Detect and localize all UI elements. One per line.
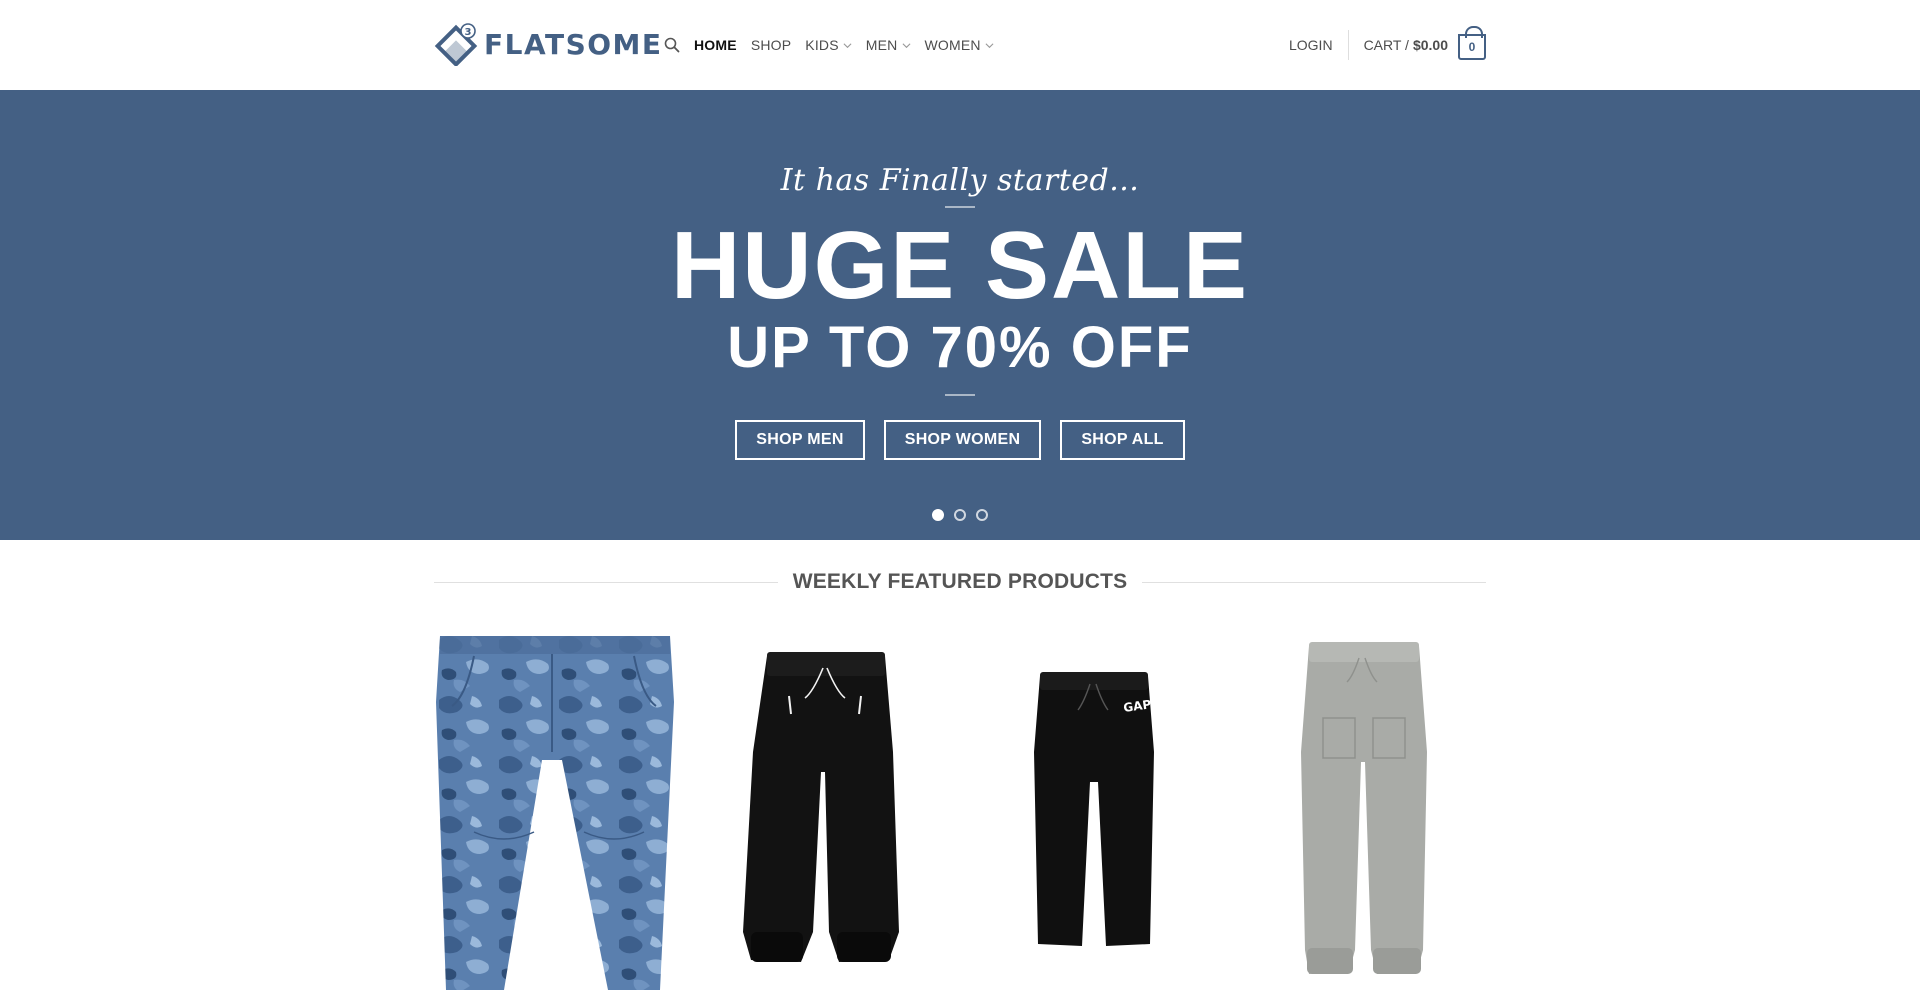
nav-item-label: HOME: [694, 37, 737, 53]
product-card-gray-jogger[interactable]: [1241, 632, 1486, 993]
nav-item-men[interactable]: MEN: [866, 37, 911, 53]
nav-item-home[interactable]: HOME: [694, 37, 737, 53]
logo-mark-icon: 3: [434, 22, 480, 68]
nav-item-label: SHOP: [750, 37, 792, 53]
cart-link[interactable]: CART / $0.00 0: [1363, 26, 1486, 60]
login-link[interactable]: LOGIN: [1289, 37, 1348, 53]
product-card-blue-camo-pants[interactable]: [434, 632, 679, 993]
cart-count-badge: 0: [1458, 26, 1486, 60]
logo-badge: 3: [465, 27, 472, 38]
chevron-down-icon: [985, 42, 994, 48]
hero-buttons: SHOP MEN SHOP WOMEN SHOP ALL: [0, 420, 1920, 460]
nav-item-label: MEN: [865, 37, 898, 53]
title-rule-right: [1142, 581, 1487, 583]
nav-item-shop[interactable]: SHOP: [751, 37, 791, 53]
product-card-black-gap-sweatpants[interactable]: GAP: [972, 632, 1217, 993]
featured-section-title: WEEKLY FEATURED PRODUCTS: [434, 570, 1487, 594]
header-divider: [1347, 30, 1349, 60]
nav-item-label: KIDS: [805, 37, 839, 53]
blue-camo-pants-image: [436, 636, 674, 990]
cart-label: CART /: [1363, 37, 1409, 53]
chevron-down-icon: [843, 42, 852, 48]
shop-women-button[interactable]: SHOP WOMEN: [883, 420, 1042, 460]
hero-banner: It has Finally started... HUGE SALE UP T…: [0, 90, 1920, 540]
cart-amount: $0.00: [1412, 37, 1448, 53]
logo-text: FLATSOME: [484, 27, 663, 61]
slider-dot-1[interactable]: [932, 509, 944, 521]
hero-divider-bottom: [945, 394, 975, 396]
nav-item-label: WOMEN: [924, 37, 981, 53]
shop-all-button[interactable]: SHOP ALL: [1060, 420, 1185, 460]
featured-title: WEEKLY FEATURED PRODUCTS: [792, 570, 1128, 593]
hero-subtitle: UP TO 70% OFF: [727, 315, 1193, 380]
shop-men-button[interactable]: SHOP MEN: [735, 420, 865, 460]
product-grid: GAP: [434, 632, 1486, 993]
product-card-black-jogger[interactable]: [703, 632, 948, 993]
main-nav: HOME SHOP KIDS MEN WOMEN: [664, 0, 1008, 90]
hero-divider-top: [945, 206, 975, 208]
gray-jogger-image: [1301, 642, 1427, 974]
title-rule-left: [434, 581, 778, 583]
site-logo[interactable]: 3 FLATSOME: [434, 22, 663, 68]
slider-dots: [0, 509, 1920, 521]
search-icon[interactable]: [664, 37, 680, 53]
slider-dot-2[interactable]: [954, 509, 966, 521]
chevron-down-icon: [902, 42, 910, 48]
header-account-area: LOGIN CART / $0.00 0: [1289, 0, 1486, 90]
hero-script-text: It has Finally started...: [780, 163, 1140, 198]
nav-item-women[interactable]: WOMEN: [925, 37, 994, 53]
black-jogger-image: [743, 652, 899, 962]
site-header: 3 FLATSOME HOME SHOP KIDS MEN WOMEN LOGI…: [0, 0, 1920, 90]
hero-title: HUGE SALE: [670, 212, 1250, 319]
nav-item-kids[interactable]: KIDS: [805, 37, 852, 53]
slider-dot-3[interactable]: [976, 509, 988, 521]
black-gap-sweatpants-image: GAP: [1034, 672, 1154, 946]
